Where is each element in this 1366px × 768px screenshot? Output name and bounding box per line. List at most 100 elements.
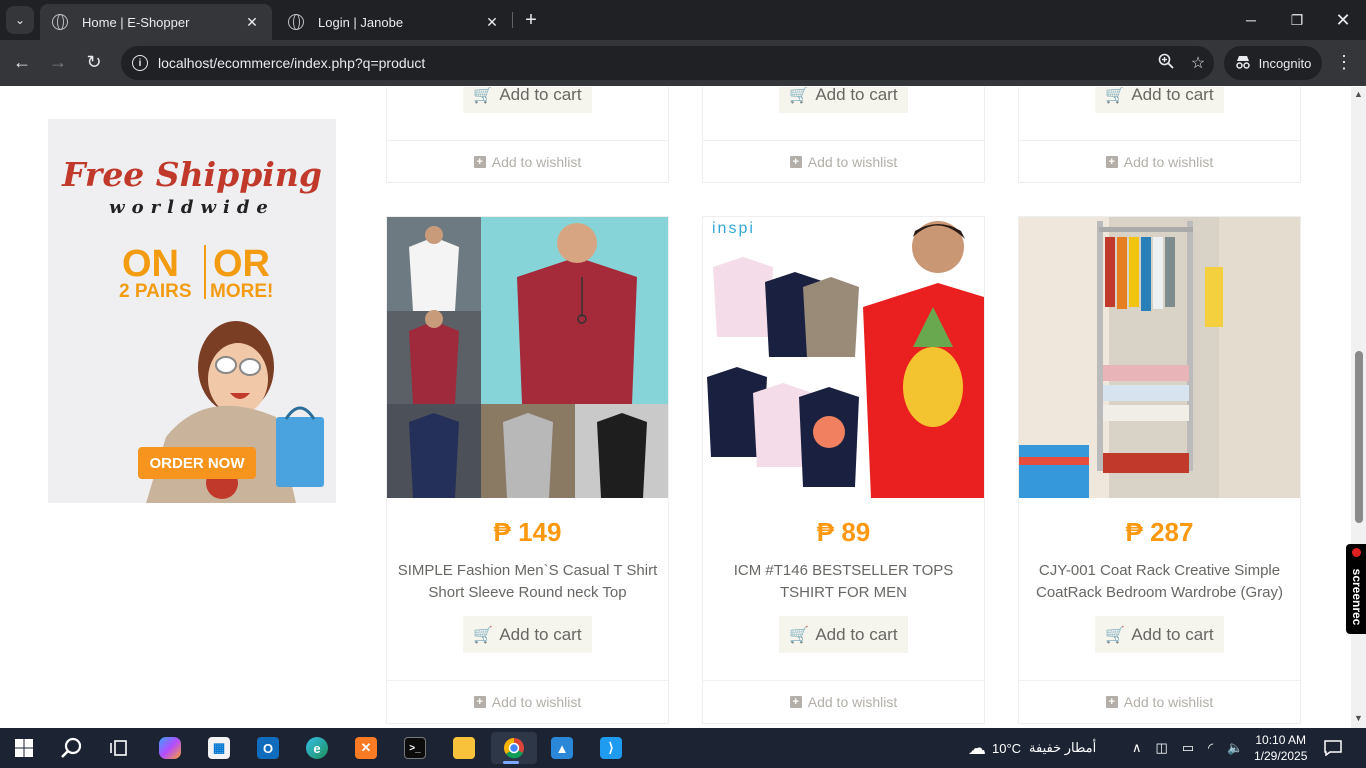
add-to-cart-button[interactable]: 🛒 Add to cart xyxy=(779,87,908,113)
product-name[interactable]: SIMPLE Fashion Men`S Casual T Shirt Shor… xyxy=(395,560,660,604)
notifications-icon[interactable] xyxy=(1324,728,1342,768)
restore-button[interactable]: ❐ xyxy=(1274,0,1320,40)
add-to-wishlist-link[interactable]: + Add to wishlist xyxy=(703,140,984,183)
minimize-button[interactable]: ─ xyxy=(1228,0,1274,40)
free-shipping-banner[interactable]: Free Shipping worldwide ON OR 2 PAIRS MO… xyxy=(48,119,336,503)
add-to-cart-button[interactable]: 🛒 Add to cart xyxy=(463,87,592,113)
browser-menu-icon[interactable]: ⋮ xyxy=(1334,48,1354,76)
plus-square-icon: + xyxy=(789,696,802,708)
windows-taskbar: ▦ O e ✕ >_ ▲ ⟩ ☁ 10°C أمطار خفيفة ∧ ◫ ▭ … xyxy=(0,728,1366,768)
product-name[interactable]: CJY-001 Coat Rack Creative Simple CoatRa… xyxy=(1027,560,1292,604)
product-name[interactable]: ICM #T146 BESTSELLER TOPS TSHIRT FOR MEN xyxy=(711,560,976,604)
add-to-cart-button[interactable]: 🛒 Add to cart xyxy=(779,616,908,653)
tab-search-button[interactable]: ⌄ xyxy=(6,6,34,34)
clock-date: 1/29/2025 xyxy=(1254,749,1308,763)
task-view-icon[interactable] xyxy=(100,732,140,764)
product-image-printed-tshirts[interactable] xyxy=(703,217,984,498)
chrome-icon[interactable] xyxy=(491,732,537,764)
close-window-button[interactable]: ✕ xyxy=(1320,0,1366,40)
cart-icon: 🛒 xyxy=(473,87,494,104)
globe-icon xyxy=(52,14,68,30)
meet-now-icon[interactable]: ◫ xyxy=(1156,740,1168,756)
add-to-cart-label: Add to cart xyxy=(815,87,898,104)
promo-headline: Free Shipping xyxy=(62,155,322,194)
add-to-cart-label: Add to cart xyxy=(499,87,582,104)
tab-login-janobe[interactable]: Login | Janobe ✕ xyxy=(276,4,512,40)
tab-title: Login | Janobe xyxy=(318,14,404,30)
vscode-icon[interactable]: ⟩ xyxy=(591,732,631,764)
weather-widget[interactable]: ☁ 10°C أمطار خفيفة xyxy=(968,728,1096,768)
weather-temp: 10°C xyxy=(992,740,1022,756)
add-to-cart-label: Add to cart xyxy=(815,624,898,644)
close-icon[interactable]: ✕ xyxy=(484,14,500,31)
scroll-up-icon[interactable]: ▲ xyxy=(1354,89,1363,99)
info-icon[interactable]: i xyxy=(132,55,148,71)
add-to-wishlist-link[interactable]: + Add to wishlist xyxy=(387,140,668,183)
product-card: ₱ 287 CJY-001 Coat Rack Creative Simple … xyxy=(1018,216,1301,724)
add-to-wishlist-link[interactable]: + Add to wishlist xyxy=(1019,680,1300,723)
add-to-cart-button[interactable]: 🛒 Add to cart xyxy=(1095,616,1224,653)
product-price: ₱ 89 xyxy=(816,517,871,547)
edge-icon[interactable]: e xyxy=(297,732,337,764)
screenrec-label: screenrec xyxy=(1350,568,1364,626)
order-now-button[interactable]: ORDER NOW xyxy=(138,447,256,479)
file-explorer-icon[interactable] xyxy=(444,732,484,764)
clock-time: 10:10 AM xyxy=(1255,733,1307,747)
terminal-icon[interactable]: >_ xyxy=(395,732,435,764)
bookmark-star-icon[interactable]: ☆ xyxy=(1182,53,1214,73)
product-price: ₱ 287 xyxy=(1125,517,1194,547)
photos-icon[interactable]: ▲ xyxy=(542,732,582,764)
start-button[interactable] xyxy=(4,732,44,764)
clock[interactable]: 10:10 AM 1/29/2025 xyxy=(1254,728,1307,768)
tab-home-eshopper[interactable]: Home | E-Shopper ✕ xyxy=(40,4,272,40)
url-text[interactable]: localhost/ecommerce/index.php?q=product xyxy=(158,55,1150,71)
reload-button[interactable]: ↻ xyxy=(80,48,108,76)
incognito-badge[interactable]: Incognito xyxy=(1224,46,1322,80)
xampp-icon[interactable]: ✕ xyxy=(346,732,386,764)
cart-icon: 🛒 xyxy=(789,87,810,104)
plus-square-icon: + xyxy=(473,156,486,168)
chevron-up-icon[interactable]: ∧ xyxy=(1132,740,1142,756)
add-to-cart-label: Add to cart xyxy=(1131,87,1214,104)
scroll-down-icon[interactable]: ▼ xyxy=(1354,713,1363,723)
search-icon[interactable] xyxy=(52,732,92,764)
forward-button[interactable]: → xyxy=(44,48,72,76)
wishlist-label: Add to wishlist xyxy=(807,694,898,710)
new-tab-button[interactable]: + xyxy=(520,8,542,32)
add-to-cart-button[interactable]: 🛒 Add to cart xyxy=(1095,87,1224,113)
wishlist-label: Add to wishlist xyxy=(1123,154,1214,170)
screenrec-widget[interactable]: screenrec xyxy=(1346,544,1366,634)
add-to-wishlist-link[interactable]: + Add to wishlist xyxy=(387,680,668,723)
plus-square-icon: + xyxy=(473,696,486,708)
address-bar[interactable]: i localhost/ecommerce/index.php?q=produc… xyxy=(121,46,1214,80)
globe-icon xyxy=(288,14,304,30)
add-to-cart-label: Add to cart xyxy=(499,624,582,644)
cart-icon: 🛒 xyxy=(1105,87,1126,104)
copilot-icon[interactable] xyxy=(150,732,190,764)
zoom-icon[interactable] xyxy=(1150,53,1182,74)
battery-icon[interactable]: ▭ xyxy=(1182,740,1194,756)
promo-pairs: 2 PAIRS xyxy=(119,281,192,302)
plus-square-icon: + xyxy=(789,156,802,168)
product-price: ₱ 149 xyxy=(493,517,562,547)
outlook-icon[interactable]: O xyxy=(248,732,288,764)
plus-square-icon: + xyxy=(1105,156,1118,168)
volume-icon[interactable]: 🔈 xyxy=(1227,740,1243,756)
add-to-wishlist-link[interactable]: + Add to wishlist xyxy=(1019,140,1300,183)
promo-subheadline: worldwide xyxy=(109,197,275,218)
wishlist-label: Add to wishlist xyxy=(807,154,898,170)
add-to-cart-label: Add to cart xyxy=(1131,624,1214,644)
tab-separator xyxy=(512,12,513,28)
product-card: 🛒 Add to cart + Add to wishlist xyxy=(702,87,985,183)
close-icon[interactable]: ✕ xyxy=(244,14,260,31)
promo-divider xyxy=(204,245,206,299)
wifi-icon[interactable]: ◜ xyxy=(1208,740,1213,756)
product-image-tshirt-collage[interactable] xyxy=(387,217,668,498)
product-card: 🛒 Add to cart + Add to wishlist xyxy=(1018,87,1301,183)
product-image-coat-rack[interactable] xyxy=(1019,217,1300,498)
add-to-wishlist-link[interactable]: + Add to wishlist xyxy=(703,680,984,723)
scroll-thumb[interactable] xyxy=(1355,351,1363,523)
add-to-cart-button[interactable]: 🛒 Add to cart xyxy=(463,616,592,653)
back-button[interactable]: ← xyxy=(8,48,36,76)
microsoft-store-icon[interactable]: ▦ xyxy=(199,732,239,764)
